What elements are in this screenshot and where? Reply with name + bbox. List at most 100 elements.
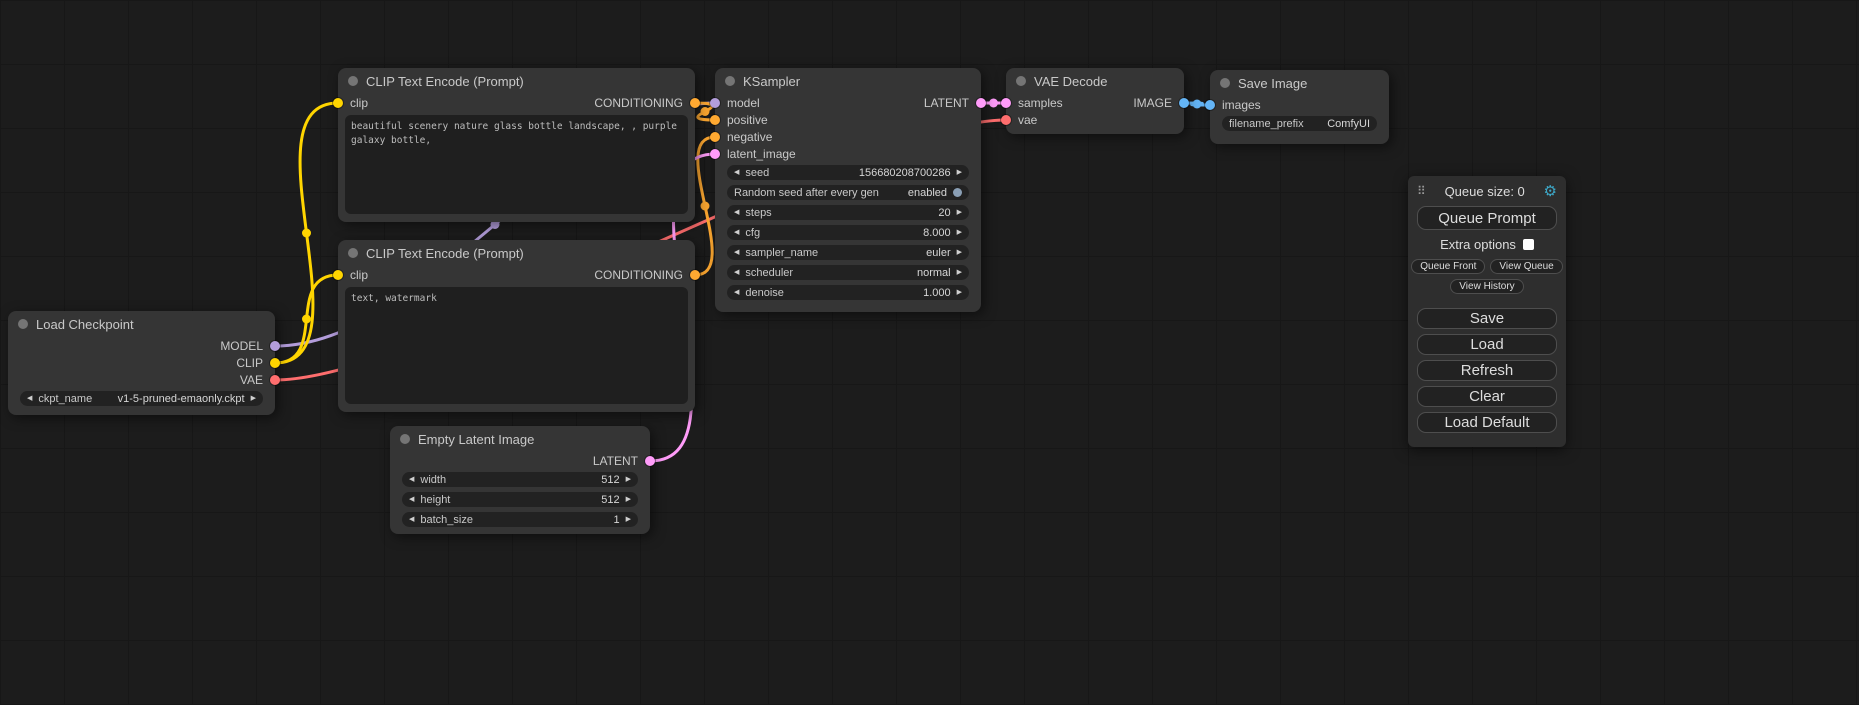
widget-value: v1-5-pruned-emaonly.ckpt — [118, 393, 245, 405]
decrement-arrow-icon[interactable]: ◀ — [734, 289, 739, 296]
decrement-arrow-icon[interactable]: ◀ — [734, 209, 739, 216]
node-title: CLIP Text Encode (Prompt) — [366, 74, 524, 89]
filename-prefix-widget[interactable]: filename_prefix ComfyUI — [1222, 116, 1377, 131]
scheduler-widget[interactable]: ◀ scheduler normal ▶ — [727, 265, 969, 280]
increment-arrow-icon[interactable]: ▶ — [957, 289, 962, 296]
collapse-dot-icon[interactable] — [400, 434, 410, 444]
node-graph-canvas[interactable]: Load Checkpoint MODEL CLIP VAE ◀ ckpt_na… — [0, 0, 1859, 705]
widget-value: enabled — [908, 187, 947, 199]
latent-image-input-slot[interactable] — [710, 149, 720, 159]
prompt-textarea[interactable]: beautiful scenery nature glass bottle la… — [345, 115, 688, 214]
clip-input-slot[interactable] — [333, 98, 343, 108]
load-button[interactable]: Load — [1417, 334, 1557, 355]
positive-input-label: positive — [727, 113, 768, 127]
widget-label: cfg — [745, 227, 760, 239]
latent-output-slot[interactable] — [645, 456, 655, 466]
collapse-dot-icon[interactable] — [1016, 76, 1026, 86]
increment-arrow-icon[interactable]: ▶ — [957, 249, 962, 256]
model-input-label: model — [727, 96, 760, 110]
widget-label: sampler_name — [745, 247, 818, 259]
drag-handle-icon[interactable]: ⠿ — [1417, 184, 1426, 198]
random-seed-toggle-widget[interactable]: Random seed after every gen enabled — [727, 185, 969, 200]
increment-arrow-icon[interactable]: ▶ — [626, 496, 631, 503]
images-input-slot[interactable] — [1205, 100, 1215, 110]
refresh-button[interactable]: Refresh — [1417, 360, 1557, 381]
increment-arrow-icon[interactable]: ▶ — [626, 476, 631, 483]
denoise-widget[interactable]: ◀ denoise 1.000 ▶ — [727, 285, 969, 300]
negative-input-slot[interactable] — [710, 132, 720, 142]
collapse-dot-icon[interactable] — [348, 76, 358, 86]
node-save-image[interactable]: Save Image images filename_prefix ComfyU… — [1210, 70, 1389, 144]
collapse-dot-icon[interactable] — [348, 248, 358, 258]
negative-input-label: negative — [727, 130, 772, 144]
positive-input-slot[interactable] — [710, 115, 720, 125]
settings-gear-icon[interactable]: ⚙ — [1544, 182, 1557, 200]
decrement-arrow-icon[interactable]: ◀ — [734, 229, 739, 236]
extra-options-label: Extra options — [1440, 237, 1516, 252]
widget-value: 512 — [601, 474, 619, 486]
prompt-textarea[interactable]: text, watermark — [345, 287, 688, 404]
latent-output-slot[interactable] — [976, 98, 986, 108]
widget-value: normal — [917, 267, 951, 279]
image-output-label: IMAGE — [1133, 96, 1172, 110]
decrement-arrow-icon[interactable]: ◀ — [409, 496, 414, 503]
vae-output-slot[interactable] — [270, 375, 280, 385]
widget-label: steps — [745, 207, 771, 219]
image-output-slot[interactable] — [1179, 98, 1189, 108]
increment-arrow-icon[interactable]: ▶ — [957, 229, 962, 236]
widget-label: Random seed after every gen — [734, 187, 879, 199]
width-widget[interactable]: ◀ width 512 ▶ — [402, 472, 638, 487]
clip-input-slot[interactable] — [333, 270, 343, 280]
decrement-arrow-icon[interactable]: ◀ — [409, 476, 414, 483]
widget-label: denoise — [745, 287, 784, 299]
queue-front-button[interactable]: Queue Front — [1411, 259, 1485, 274]
widget-label: width — [420, 474, 446, 486]
clear-button[interactable]: Clear — [1417, 386, 1557, 407]
node-clip-text-encode-negative[interactable]: CLIP Text Encode (Prompt) clip CONDITION… — [338, 240, 695, 412]
increment-arrow-icon[interactable]: ▶ — [626, 516, 631, 523]
increment-arrow-icon[interactable]: ▶ — [957, 169, 962, 176]
collapse-dot-icon[interactable] — [725, 76, 735, 86]
collapse-dot-icon[interactable] — [18, 319, 28, 329]
seed-widget[interactable]: ◀ seed 156680208700286 ▶ — [727, 165, 969, 180]
collapse-dot-icon[interactable] — [1220, 78, 1230, 88]
decrement-arrow-icon[interactable]: ◀ — [734, 249, 739, 256]
node-vae-decode[interactable]: VAE Decode samples IMAGE vae — [1006, 68, 1184, 134]
steps-widget[interactable]: ◀ steps 20 ▶ — [727, 205, 969, 220]
decrement-arrow-icon[interactable]: ◀ — [409, 516, 414, 523]
node-load-checkpoint[interactable]: Load Checkpoint MODEL CLIP VAE ◀ ckpt_na… — [8, 311, 275, 415]
widget-value: 156680208700286 — [859, 167, 951, 179]
samples-input-slot[interactable] — [1001, 98, 1011, 108]
conditioning-output-slot[interactable] — [690, 98, 700, 108]
sampler-name-widget[interactable]: ◀ sampler_name euler ▶ — [727, 245, 969, 260]
height-widget[interactable]: ◀ height 512 ▶ — [402, 492, 638, 507]
widget-label: batch_size — [420, 514, 473, 526]
decrement-arrow-icon[interactable]: ◀ — [734, 169, 739, 176]
model-input-slot[interactable] — [710, 98, 720, 108]
increment-arrow-icon[interactable]: ▶ — [251, 395, 256, 402]
cfg-widget[interactable]: ◀ cfg 8.000 ▶ — [727, 225, 969, 240]
node-clip-text-encode-positive[interactable]: CLIP Text Encode (Prompt) clip CONDITION… — [338, 68, 695, 222]
save-button[interactable]: Save — [1417, 308, 1557, 329]
extra-options-checkbox[interactable] — [1523, 239, 1534, 250]
node-title: VAE Decode — [1034, 74, 1107, 89]
batch-size-widget[interactable]: ◀ batch_size 1 ▶ — [402, 512, 638, 527]
clip-output-slot[interactable] — [270, 358, 280, 368]
view-history-button[interactable]: View History — [1450, 279, 1523, 294]
queue-prompt-button[interactable]: Queue Prompt — [1417, 206, 1557, 230]
conditioning-output-slot[interactable] — [690, 270, 700, 280]
increment-arrow-icon[interactable]: ▶ — [957, 269, 962, 276]
decrement-arrow-icon[interactable]: ◀ — [27, 395, 32, 402]
node-empty-latent-image[interactable]: Empty Latent Image LATENT ◀ width 512 ▶ … — [390, 426, 650, 534]
load-default-button[interactable]: Load Default — [1417, 412, 1557, 433]
model-output-slot[interactable] — [270, 341, 280, 351]
increment-arrow-icon[interactable]: ▶ — [957, 209, 962, 216]
node-ksampler[interactable]: KSampler model LATENT positive negative … — [715, 68, 981, 312]
view-queue-button[interactable]: View Queue — [1490, 259, 1562, 274]
vae-input-slot[interactable] — [1001, 115, 1011, 125]
latent-output-label: LATENT — [924, 96, 969, 110]
queue-size-label: Queue size: 0 — [1445, 184, 1525, 199]
ckpt-name-widget[interactable]: ◀ ckpt_name v1-5-pruned-emaonly.ckpt ▶ — [20, 391, 263, 406]
toggle-dot-icon[interactable] — [953, 188, 962, 197]
decrement-arrow-icon[interactable]: ◀ — [734, 269, 739, 276]
